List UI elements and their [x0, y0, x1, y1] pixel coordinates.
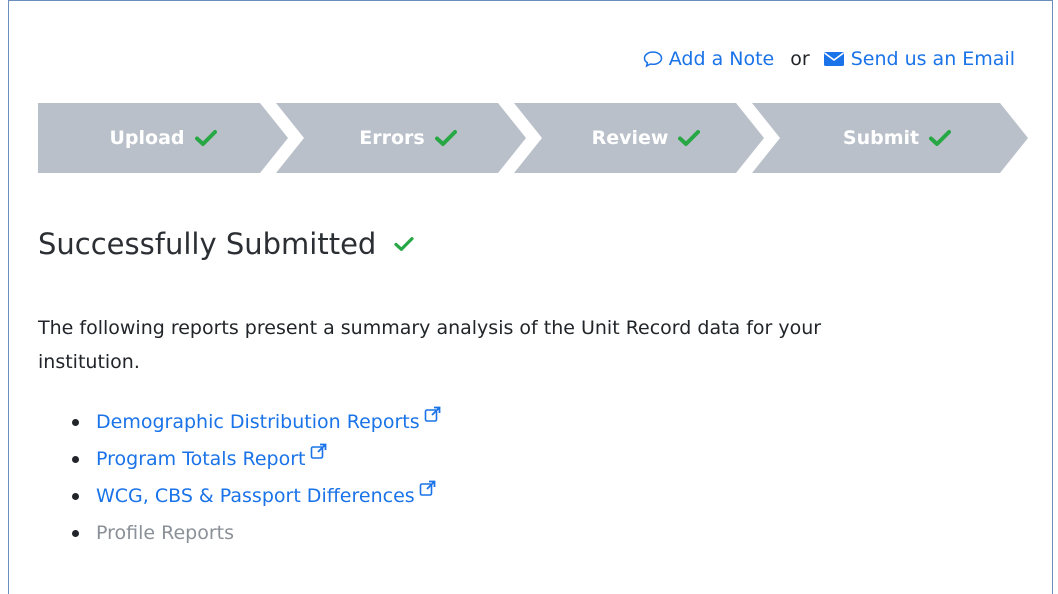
- list-item: Demographic Distribution Reports: [70, 403, 441, 440]
- checkmark-icon: [929, 130, 952, 146]
- add-note-link[interactable]: Add a Note: [643, 48, 774, 70]
- list-item: Program Totals Report: [70, 440, 441, 477]
- external-link-icon: [310, 443, 326, 459]
- profile-reports-label: Profile Reports: [96, 521, 235, 544]
- external-link-icon: [419, 480, 436, 496]
- description-text: The following reports present a summary …: [38, 317, 822, 373]
- reports-list: Demographic Distribution Reports Program…: [70, 403, 441, 551]
- step-errors[interactable]: Errors: [276, 103, 526, 173]
- checkmark-icon: [678, 130, 701, 146]
- wcg-cbs-passport-link[interactable]: WCG, CBS & Passport Differences: [96, 485, 415, 507]
- external-link-icon: [424, 406, 441, 422]
- send-email-label: Send us an Email: [850, 48, 1015, 70]
- demographic-reports-link[interactable]: Demographic Distribution Reports: [96, 411, 420, 433]
- checkmark-icon: [394, 237, 414, 251]
- envelope-icon: [823, 52, 844, 66]
- add-note-label: Add a Note: [668, 48, 775, 70]
- step-review[interactable]: Review: [514, 103, 764, 173]
- list-item: Profile Reports: [70, 514, 441, 551]
- step-label: Errors: [359, 127, 425, 149]
- step-label: Review: [591, 127, 669, 149]
- checkmark-icon: [194, 130, 217, 146]
- program-totals-link[interactable]: Program Totals Report: [96, 448, 306, 470]
- or-text: or: [790, 48, 810, 70]
- step-submit[interactable]: Submit: [752, 103, 1028, 173]
- page-title-text: Successfully Submitted: [38, 227, 377, 261]
- step-label: Upload: [109, 127, 185, 149]
- top-links: Add a Note or Send us an Email: [643, 44, 1015, 74]
- checkmark-icon: [434, 130, 457, 146]
- step-label: Submit: [842, 127, 920, 149]
- send-email-link[interactable]: Send us an Email: [823, 48, 1015, 70]
- page-title: Successfully Submitted: [38, 224, 414, 264]
- progress-steps: Upload Errors Review Submit: [38, 103, 1028, 173]
- speech-bubble-icon: [643, 51, 663, 68]
- step-upload[interactable]: Upload: [38, 103, 288, 173]
- list-item: WCG, CBS & Passport Differences: [70, 477, 441, 514]
